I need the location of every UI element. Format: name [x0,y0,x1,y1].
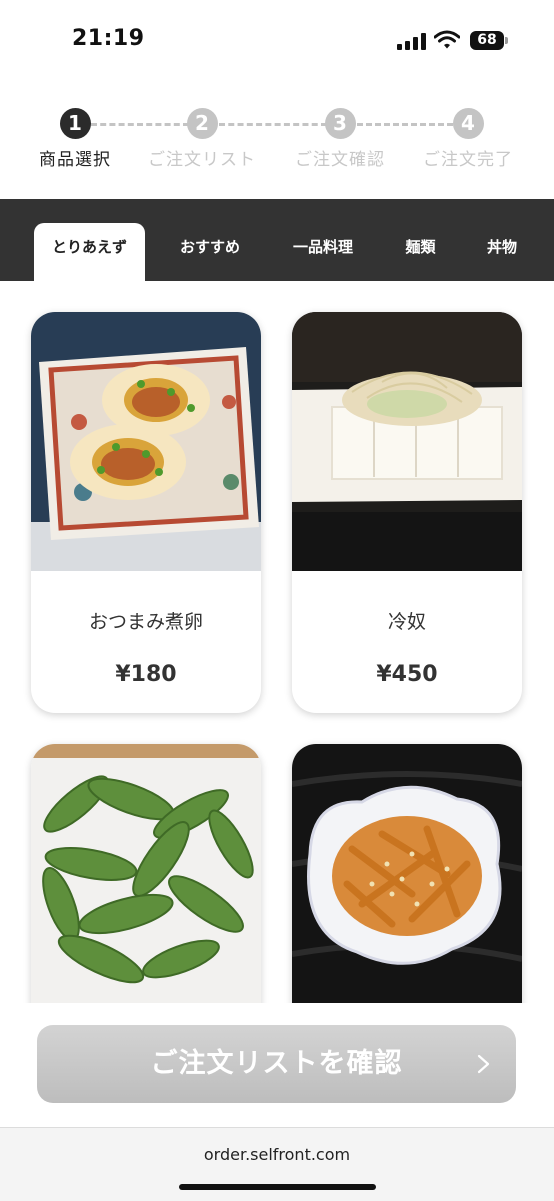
status-bar: 21:19 68 [0,0,554,84]
tab-menrui[interactable]: 麺類 [393,223,448,281]
product-grid: おつまみ煮卵 ¥180 冷奴 ¥450 [0,281,554,1003]
tab-donburi[interactable]: 丼物 [476,223,528,281]
seasoned-egg-photo [31,312,261,571]
product-card[interactable] [292,744,522,1003]
step-product-select: 1 商品選択 [10,108,140,170]
product-price: ¥180 [115,662,177,687]
url-text: order.selfront.com [203,1145,351,1164]
step-label: ご注文リスト [148,150,256,170]
chevron-right-icon [477,1054,490,1074]
product-card[interactable]: おつまみ煮卵 ¥180 [31,312,261,713]
step-label: ご注文完了 [423,150,513,170]
home-indicator [179,1184,376,1190]
wifi-icon [434,30,460,49]
menma-photo [292,744,522,1003]
confirm-button-label: ご注文リストを確認 [150,1048,403,1079]
step-number: 2 [186,108,218,139]
cold-tofu-photo [292,312,522,571]
product-price: ¥450 [376,662,438,687]
product-name: おつまみ煮卵 [88,611,203,633]
category-tab-bar: とりあえず おすすめ 一品料理 麺類 丼物 [0,199,554,281]
battery-level: 68 [470,31,504,50]
step-order-list: 2 ご注文リスト [137,108,267,170]
browser-address-bar[interactable]: order.selfront.com [0,1127,554,1201]
edamame-photo [31,744,261,1003]
battery-icon [505,37,508,44]
step-number: 1 [59,108,91,139]
bottom-action-area: ご注文リストを確認 [0,1003,554,1127]
product-name: 冷奴 [387,611,426,633]
order-stepper: 1 商品選択 2 ご注文リスト 3 ご注文確認 4 ご注文完了 [0,100,554,180]
step-order-complete: 4 ご注文完了 [403,108,533,170]
product-card[interactable] [31,744,261,1003]
step-number: 3 [324,108,356,139]
step-order-confirm: 3 ご注文確認 [275,108,405,170]
step-number: 4 [452,108,484,139]
cellular-signal-icon [397,32,427,50]
step-label: ご注文確認 [295,150,385,170]
step-label: 商品選択 [39,150,111,170]
tab-osusume[interactable]: おすすめ [170,223,250,281]
confirm-order-list-button[interactable]: ご注文リストを確認 [37,1025,516,1103]
status-time: 21:19 [72,26,145,51]
tab-ippin-ryori[interactable]: 一品料理 [283,223,363,281]
product-card[interactable]: 冷奴 ¥450 [292,312,522,713]
tab-toriaezu[interactable]: とりあえず [34,223,145,281]
